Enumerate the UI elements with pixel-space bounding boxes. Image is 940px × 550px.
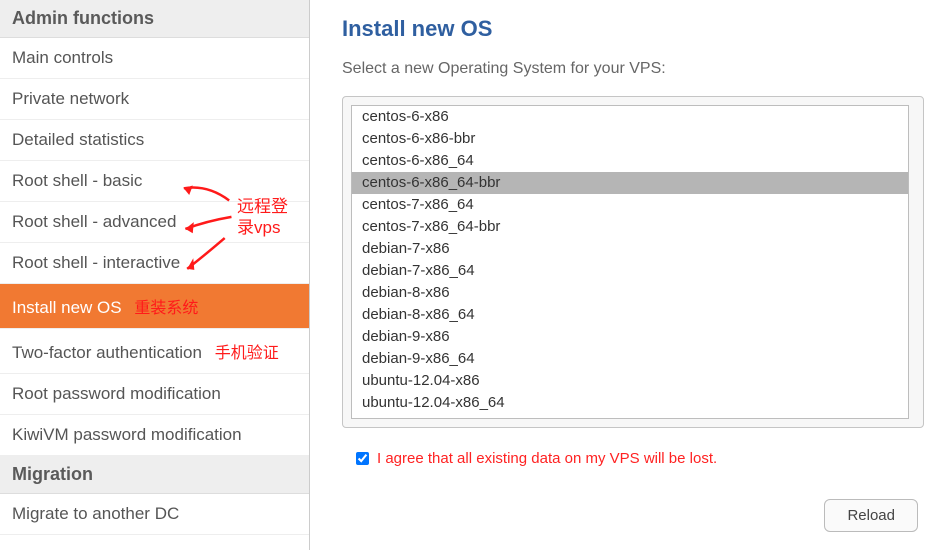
sidebar-item-detailed-statistics[interactable]: Detailed statistics (0, 120, 309, 161)
sidebar-item-root-shell-interactive[interactable]: Root shell - interactive (0, 243, 309, 284)
sidebar-item-label: Root shell - basic (12, 171, 142, 190)
sidebar-item-install-new-os[interactable]: Install new OS 重装系统 (0, 284, 309, 329)
os-option[interactable]: ubuntu-14.04-x86 (352, 414, 908, 419)
os-option[interactable]: debian-9-x86 (352, 326, 908, 348)
sidebar-item-private-network[interactable]: Private network (0, 79, 309, 120)
agree-label[interactable]: I agree that all existing data on my VPS… (377, 450, 717, 467)
sidebar-item-main-controls[interactable]: Main controls (0, 38, 309, 79)
sidebar-item-label: Two-factor authentication (12, 343, 202, 362)
sidebar-item-label: Detailed statistics (12, 130, 144, 149)
annotation-phone-verification: 手机验证 (215, 345, 279, 362)
os-list-container: centos-6-x86centos-6-x86-bbrcentos-6-x86… (342, 96, 924, 428)
sidebar-item-label: Main controls (12, 48, 113, 67)
os-option[interactable]: centos-7-x86_64-bbr (352, 216, 908, 238)
os-option[interactable]: centos-6-x86_64 (352, 150, 908, 172)
sidebar-section-header-admin-functions: Admin functions (0, 0, 309, 38)
os-select-list[interactable]: centos-6-x86centos-6-x86-bbrcentos-6-x86… (351, 105, 909, 419)
os-option[interactable]: centos-6-x86_64-bbr (352, 172, 908, 194)
os-option[interactable]: debian-7-x86 (352, 238, 908, 260)
sidebar-item-label: Root password modification (12, 384, 221, 403)
os-option[interactable]: centos-6-x86-bbr (352, 128, 908, 150)
page-title: Install new OS (342, 0, 940, 52)
sidebar-item-label: Root shell - interactive (12, 253, 180, 272)
sidebar-item-root-password-modification[interactable]: Root password modification (0, 374, 309, 415)
os-option[interactable]: ubuntu-12.04-x86_64 (352, 392, 908, 414)
reload-button[interactable]: Reload (824, 499, 918, 532)
sidebar-item-migrate-to-another-dc[interactable]: Migrate to another DC (0, 494, 309, 535)
sidebar-item-root-shell-basic[interactable]: Root shell - basic (0, 161, 309, 202)
os-option[interactable]: centos-7-x86_64 (352, 194, 908, 216)
sidebar: Admin functions Main controls Private ne… (0, 0, 310, 550)
sidebar-item-label: Private network (12, 89, 129, 108)
os-option[interactable]: debian-8-x86 (352, 282, 908, 304)
os-option[interactable]: centos-6-x86 (352, 106, 908, 128)
sidebar-item-kiwivm-password-modification[interactable]: KiwiVM password modification (0, 415, 309, 456)
sidebar-item-label: KiwiVM password modification (12, 425, 242, 444)
sidebar-item-label: Install new OS (12, 298, 122, 317)
sidebar-item-label: Migrate to another DC (12, 504, 179, 523)
os-option[interactable]: debian-8-x86_64 (352, 304, 908, 326)
main-panel: Install new OS Select a new Operating Sy… (310, 0, 940, 550)
os-option[interactable]: debian-9-x86_64 (352, 348, 908, 370)
sidebar-item-two-factor-authentication[interactable]: Two-factor authentication 手机验证 (0, 329, 309, 374)
os-option[interactable]: debian-7-x86_64 (352, 260, 908, 282)
sidebar-item-label: Root shell - advanced (12, 212, 176, 231)
agree-row: I agree that all existing data on my VPS… (342, 428, 940, 467)
os-option[interactable]: ubuntu-12.04-x86 (352, 370, 908, 392)
annotation-reinstall-system: 重装系统 (134, 300, 198, 317)
page-subtitle: Select a new Operating System for your V… (342, 52, 940, 96)
sidebar-section-header-migration: Migration (0, 456, 309, 494)
agree-checkbox[interactable] (356, 452, 369, 465)
sidebar-item-root-shell-advanced[interactable]: Root shell - advanced (0, 202, 309, 243)
